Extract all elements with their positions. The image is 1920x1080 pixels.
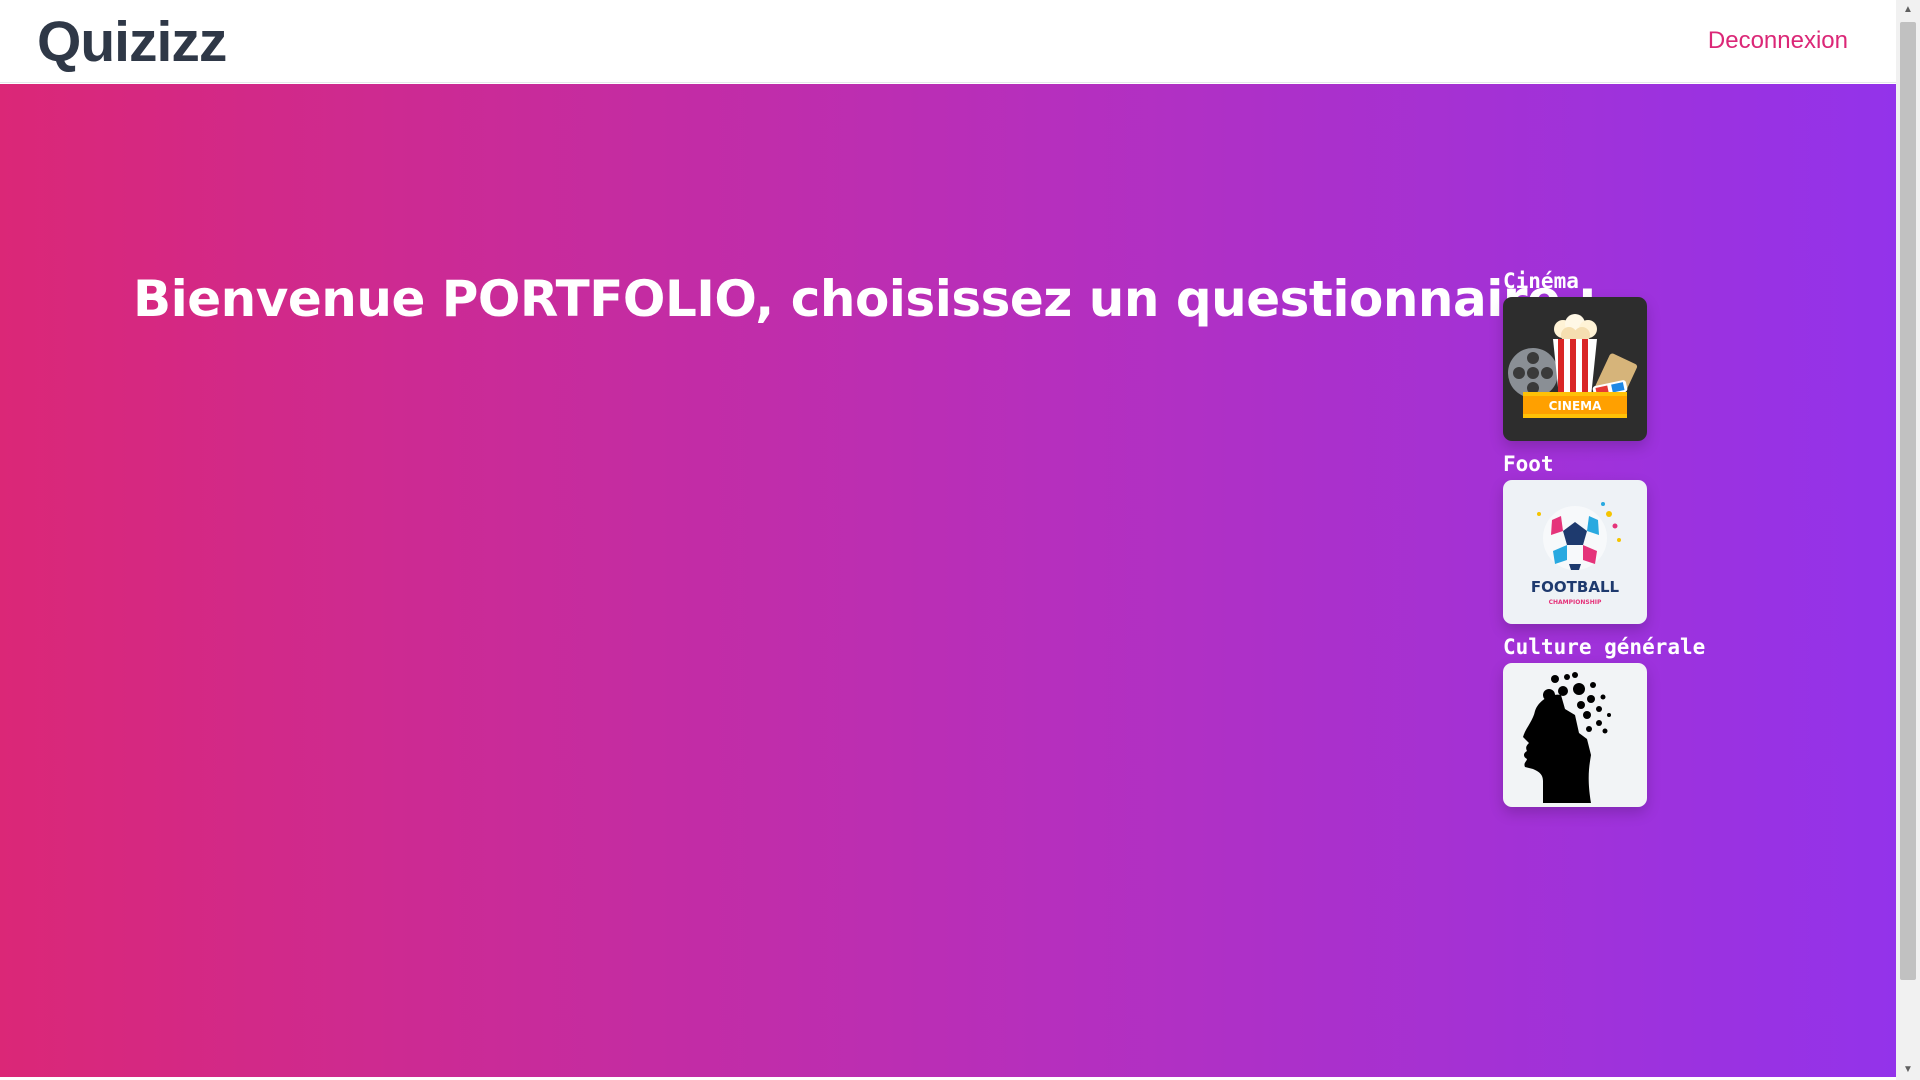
logout-link[interactable]: Deconnexion [1708,26,1848,56]
scroll-up-icon[interactable]: ▲ [1896,0,1920,20]
quiz-title: Cinéma [1503,269,1579,293]
vertical-scrollbar[interactable]: ▲ ▼ [1896,0,1920,1080]
scroll-down-icon[interactable]: ▼ [1896,1060,1920,1080]
top-navbar: Quizizz Deconnexion [0,0,1896,83]
quiz-title: Culture générale [1503,635,1706,659]
quiz-card-culture-generale[interactable]: Culture générale [1503,634,1763,807]
welcome-heading: Bienvenue PORTFOLIO, choisissez un quest… [133,270,1597,328]
football-image-label: FOOTBALL [1531,578,1620,596]
quiz-card-cinema[interactable]: Cinéma CINEMA [1503,268,1763,441]
quiz-card-foot[interactable]: Foot FOOTBALL CHAMPIONSHIP [1503,451,1763,624]
quiz-title: Foot [1503,452,1554,476]
main-content: Bienvenue PORTFOLIO, choisissez un quest… [0,84,1896,1080]
football-icon[interactable]: FOOTBALL CHAMPIONSHIP [1503,480,1647,624]
brand-logo[interactable]: Quizizz [37,10,227,74]
scrollbar-thumb[interactable] [1900,22,1916,980]
cinema-image-label: CINEMA [1549,399,1602,413]
quiz-list: Cinéma CINEMA Foot FOOTBALL CHAMPIONSHIP… [1503,268,1763,817]
head-icon[interactable] [1503,663,1647,807]
football-image-sublabel: CHAMPIONSHIP [1549,599,1602,606]
cinema-icon[interactable]: CINEMA [1503,297,1647,441]
